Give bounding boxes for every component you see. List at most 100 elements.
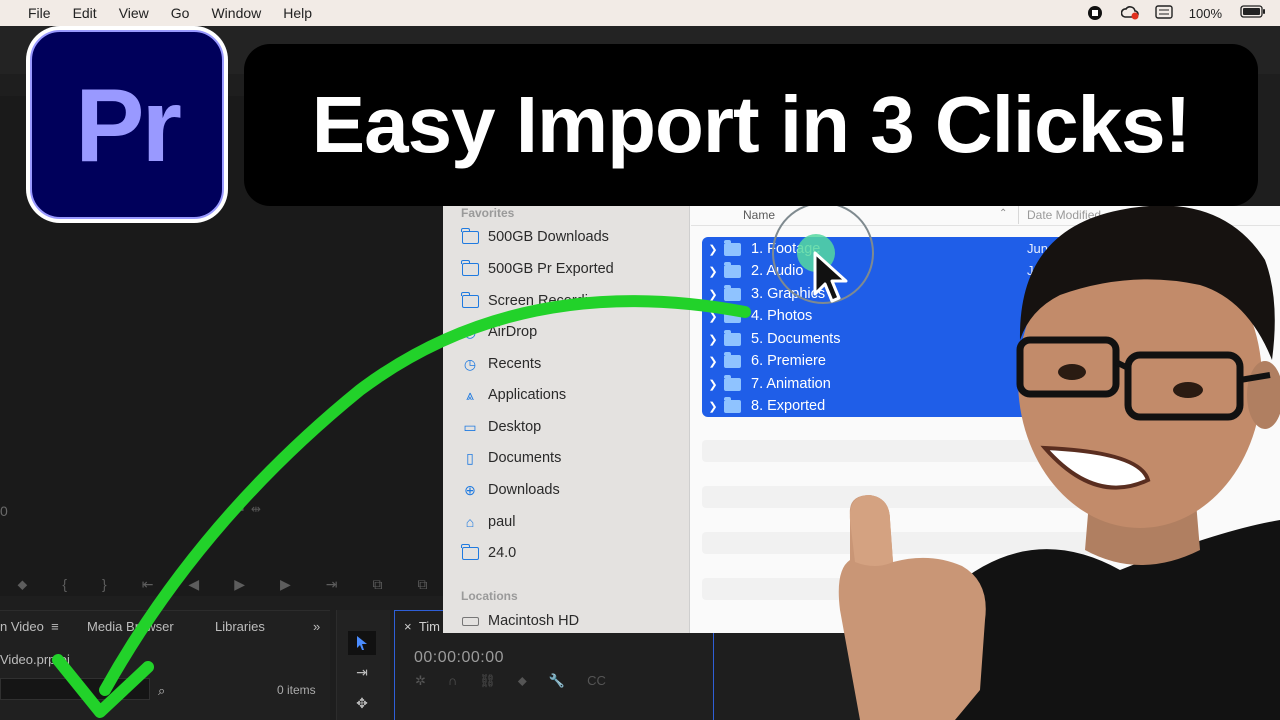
empty-row (702, 532, 1122, 554)
folder-icon (724, 374, 741, 391)
overwrite-icon[interactable]: ⧉ (418, 576, 428, 593)
sidebar-item-recents[interactable]: ◷ Recents (461, 352, 541, 376)
folder-icon (724, 396, 741, 413)
menu-help[interactable]: Help (283, 5, 312, 21)
column-name[interactable]: Name (743, 208, 775, 222)
sidebar-item-airdrop[interactable]: ◎ AirDrop (461, 320, 537, 344)
chevron-right-icon[interactable]: ❯ (706, 355, 720, 368)
chevron-right-icon[interactable]: ❯ (706, 310, 720, 323)
sidebar-item-applications[interactable]: ⩓ Applications (461, 383, 566, 407)
folder-icon (724, 306, 741, 323)
marker-icon[interactable]: ⬥ (518, 673, 527, 689)
step-back-icon[interactable]: ◀ (188, 576, 199, 593)
monitor-settings-icon[interactable]: ▪ ⇹ (240, 502, 261, 516)
chevron-right-icon[interactable]: ❯ (706, 378, 720, 391)
transport-controls: ⬥ { } ⇤ ◀ ▶ ▶ ⇥ ⧉ ⧉ (0, 560, 445, 608)
folder-icon (460, 227, 479, 245)
folder-icon (460, 543, 479, 561)
play-icon[interactable]: ▶ (234, 576, 245, 593)
empty-row (702, 440, 1122, 462)
go-to-in-icon[interactable]: ⇤ (142, 576, 154, 593)
mark-in-icon[interactable]: { (62, 576, 67, 592)
sidebar-item-500gb-downloads[interactable]: 500GB Downloads (460, 225, 609, 249)
sidebar-item-paul[interactable]: ⌂ paul (461, 510, 516, 534)
keyboard-icon[interactable] (1155, 5, 1173, 21)
file-date: Jun (1027, 263, 1048, 278)
sidebar-item-macintosh-hd[interactable]: Macintosh HD (461, 609, 579, 633)
chevron-right-icon[interactable]: ❯ (706, 243, 720, 256)
new-search-bin-icon[interactable]: ⌕ (158, 683, 165, 699)
chevron-right-icon[interactable]: ❯ (706, 400, 720, 413)
nest-icon[interactable]: ✲ (415, 673, 426, 689)
menu-file[interactable]: File (28, 5, 51, 21)
tab-libraries[interactable]: Libraries (215, 619, 265, 634)
ripple-edit-tool-icon[interactable]: ✥ (348, 691, 376, 715)
applications-icon: ⩓ (466, 386, 474, 403)
folder-icon (724, 351, 741, 368)
sidebar-item-screen-recordings[interactable]: Screen Recordings (460, 289, 611, 313)
mark-out-icon[interactable]: } (102, 576, 107, 592)
clock-icon: ◷ (463, 355, 477, 372)
project-file-name: Video.prproj (0, 652, 70, 667)
tab-timeline[interactable]: × Tim (404, 619, 440, 634)
sidebar-item-24-0[interactable]: 24.0 (460, 541, 516, 565)
selection-tool-icon[interactable] (348, 631, 376, 655)
file-row-premiere[interactable]: ❯ 6. Premiere (706, 350, 1106, 372)
menu-view[interactable]: View (119, 5, 149, 21)
chevron-right-icon[interactable]: ❯ (706, 265, 720, 278)
sidebar-item-downloads[interactable]: ⊕ Downloads (461, 478, 560, 502)
logo-text: Pr (75, 68, 182, 184)
linked-selection-icon[interactable]: ⛓ (479, 673, 496, 689)
download-icon: ⊕ (464, 481, 476, 498)
sidebar-item-desktop[interactable]: ▭ Desktop (461, 415, 541, 439)
file-row-exported[interactable]: ❯ 8. Exported (706, 395, 1106, 417)
items-count: 0 items (277, 683, 316, 697)
mouse-cursor-icon (813, 251, 848, 303)
folder-icon (724, 329, 741, 346)
panel-overflow-icon[interactable]: » (313, 619, 320, 634)
timeline-timecode: 00:00:00:00 (414, 649, 505, 666)
column-divider[interactable] (1018, 206, 1019, 224)
column-date-modified[interactable]: Date Modified (1027, 208, 1101, 222)
project-search-input[interactable] (0, 678, 150, 700)
sidebar-heading-locations: Locations (461, 589, 518, 603)
battery-percent: 100% (1188, 5, 1222, 21)
sidebar-item-500gb-pr-exported[interactable]: 500GB Pr Exported (460, 257, 614, 281)
add-marker-icon[interactable]: ⬥ (18, 576, 28, 593)
file-date: Jun 1 (1027, 241, 1059, 256)
folder-icon (460, 259, 479, 277)
chevron-right-icon[interactable]: ❯ (706, 288, 720, 301)
folder-icon (724, 239, 741, 256)
folder-icon (724, 284, 741, 301)
wrench-icon[interactable]: 🔧 (549, 673, 565, 689)
chevron-right-icon[interactable]: ❯ (706, 333, 720, 346)
sidebar-heading-favorites: Favorites (461, 206, 515, 220)
tab-project[interactable]: n Video ≡ (0, 619, 59, 634)
monitor-timecode: 0 (0, 503, 8, 519)
battery-icon[interactable] (1240, 5, 1266, 21)
folder-icon (724, 261, 741, 278)
go-to-out-icon[interactable]: ⇥ (326, 576, 338, 593)
file-row-documents[interactable]: ❯ 5. Documents (706, 328, 1106, 350)
snap-icon[interactable]: ∩ (448, 673, 457, 689)
file-date: Jun (1027, 308, 1048, 323)
document-icon: ▯ (466, 449, 474, 466)
airdrop-icon: ◎ (463, 323, 477, 340)
menu-go[interactable]: Go (171, 5, 190, 21)
sidebar-item-documents[interactable]: ▯ Documents (461, 446, 561, 470)
menu-bar-status-area: 100% (1087, 0, 1266, 26)
creative-cloud-icon[interactable] (1120, 5, 1139, 21)
tab-media-browser[interactable]: Media Browser (87, 619, 174, 634)
insert-icon[interactable]: ⧉ (373, 576, 383, 593)
track-select-tool-icon[interactable]: ⇥ (348, 660, 376, 684)
column-header (691, 204, 1280, 226)
drive-icon (461, 613, 479, 629)
menu-edit[interactable]: Edit (73, 5, 97, 21)
step-forward-icon[interactable]: ▶ (280, 576, 291, 593)
file-row-animation[interactable]: ❯ 7. Animation (706, 373, 1106, 395)
record-icon[interactable] (1087, 5, 1103, 21)
captions-icon[interactable]: CC (587, 673, 606, 689)
macos-menu-bar: File Edit View Go Window Help 100% (0, 0, 1280, 26)
folder-icon (460, 291, 479, 309)
menu-window[interactable]: Window (211, 5, 261, 21)
